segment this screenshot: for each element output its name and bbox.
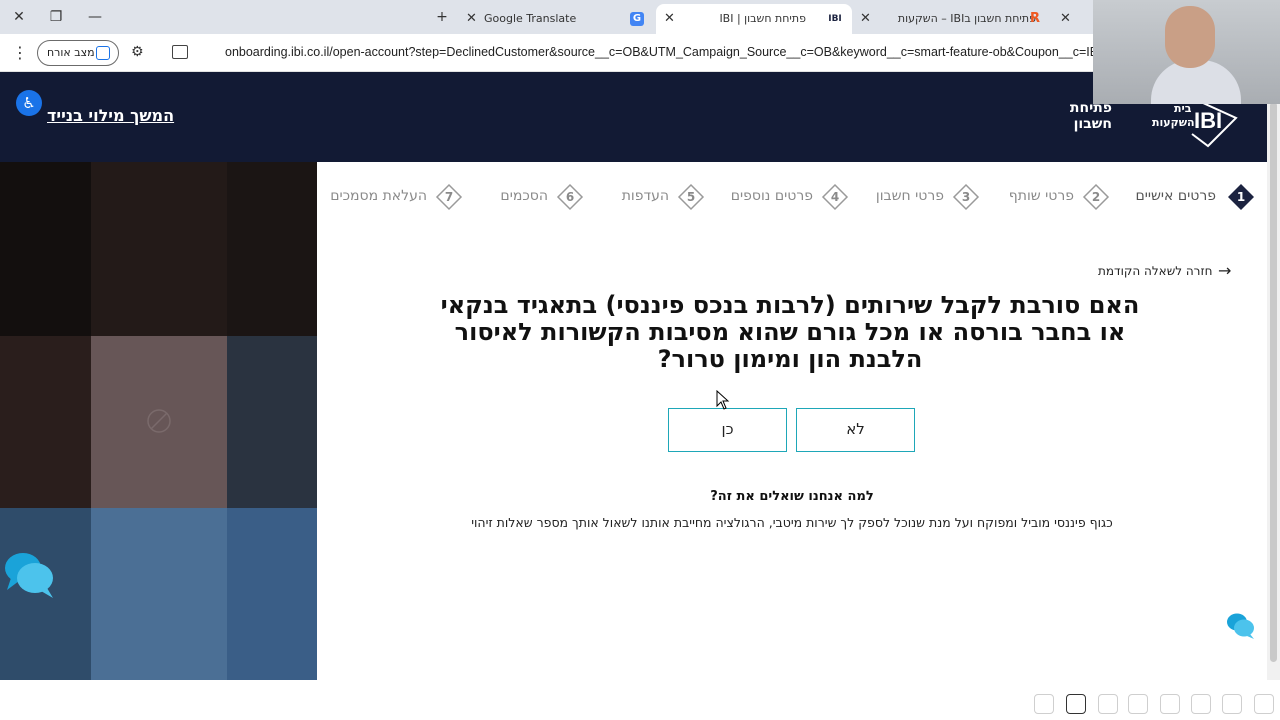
logo-text-bottom: השקעות [1152, 116, 1195, 129]
ibi-icon: IBI [828, 14, 842, 24]
image-tile [91, 162, 227, 336]
tab-google-translate[interactable]: ✕ Google Translate G [458, 4, 654, 34]
image-tile [227, 336, 317, 508]
minimize-window-icon[interactable]: — [84, 6, 106, 28]
site-settings-icon[interactable] [172, 45, 188, 59]
close-tab-icon[interactable]: ✕ [664, 6, 675, 32]
image-tile [0, 162, 91, 336]
step-number: 7 [444, 190, 454, 204]
step-agreements[interactable]: 6 הסכמים [494, 183, 589, 211]
mouse-cursor-icon [716, 390, 730, 410]
screen-tool-icon[interactable] [1098, 694, 1118, 714]
image-tile [227, 162, 317, 336]
guest-avatar-icon [96, 46, 110, 60]
step-partner-details[interactable]: 2 פרטי שותף [1000, 183, 1115, 211]
browser-address-bar: ⋮ מצב אורח ⚙ onboarding.ibi.co.il/open-a… [0, 34, 1280, 72]
step-number: 5 [686, 190, 696, 204]
site-header: ♿ המשך מילוי בנייד פתיחת חשבון IBI בית ה… [0, 72, 1267, 162]
step-upload-documents[interactable]: 7 העלאת מסמכים [325, 183, 465, 211]
image-tile [91, 508, 227, 680]
ibi-logo[interactable]: IBI בית השקעות [1148, 97, 1240, 148]
arrow-right-icon: → [1218, 261, 1232, 280]
step-additional-details[interactable]: 4 פרטים נוספים [725, 183, 850, 211]
step-number: 2 [1091, 190, 1101, 204]
browser-tab-bar: ✕ ❐ — + ✕ Google Translate G ✕ פתיחת חשב… [0, 0, 1280, 34]
new-tab-button[interactable]: + [431, 6, 453, 28]
step-label: פרטי חשבון [875, 188, 944, 204]
step-account-details[interactable]: 3 פרטי חשבון [870, 183, 985, 211]
tab-title: פתיחת חשבון | IBI [719, 12, 806, 25]
image-tile [227, 508, 317, 680]
guest-mode-button[interactable]: מצב אורח [37, 40, 119, 66]
close-tab-icon[interactable]: ✕ [860, 6, 871, 32]
next-tool-icon[interactable] [1254, 694, 1274, 714]
back-link-label: חזרה לשאלה הקודמת [1098, 264, 1213, 278]
step-number: 3 [961, 190, 971, 204]
previous-tool-icon[interactable] [1222, 694, 1242, 714]
continue-on-mobile-link[interactable]: המשך מילוי בנייד [47, 106, 174, 125]
webcam-overlay [1093, 0, 1280, 104]
pen-tool-icon[interactable] [1191, 694, 1211, 714]
accessibility-icon[interactable]: ♿ [16, 90, 42, 116]
chat-bubbles-icon[interactable] [3, 550, 57, 600]
tab-ibi-open-account[interactable]: ✕ פתיחת חשבון | IBI IBI [656, 4, 852, 34]
step-label: פרטים נוספים [730, 188, 813, 204]
step-preferences[interactable]: 5 העדפות [615, 183, 710, 211]
extensions-icon[interactable]: ⚙ [131, 44, 144, 60]
bottom-toolbar [0, 680, 1280, 720]
step-label: העלאת מסמכים [330, 188, 427, 204]
tab-title: Google Translate [484, 12, 577, 25]
restore-window-icon[interactable]: ❐ [45, 6, 67, 28]
more-tool-icon[interactable] [1034, 694, 1054, 714]
answer-yes-button[interactable]: כן [668, 408, 787, 452]
step-label: פרטי שותף [1008, 188, 1074, 204]
layout-tool-icon[interactable] [1160, 694, 1180, 714]
why-we-ask-title: למה אנחנו שואלים את זה? [710, 489, 874, 504]
more-options-icon[interactable]: ⋮ [12, 43, 28, 62]
close-window-icon[interactable]: ✕ [8, 6, 30, 28]
tab-title: פתיחת חשבון בIBI – השקעות [897, 12, 1036, 25]
blocked-icon [147, 409, 171, 433]
question-text: האם סורבת לקבל שירותים (לרבות בנכס פיננס… [440, 291, 1140, 373]
video-camera-icon[interactable] [1066, 694, 1086, 714]
step-label: פרטים אישיים [1135, 188, 1216, 204]
step-label: העדפות [621, 188, 669, 204]
step-number: 4 [830, 190, 840, 204]
scrollbar-thumb[interactable] [1270, 102, 1277, 662]
why-we-ask-text: כגוף פיננסי מוביל ומפוקח ועל מנת שנוכל ל… [471, 515, 1113, 530]
previous-question-link[interactable]: → חזרה לשאלה הקודמת [1098, 261, 1231, 280]
zoom-tool-icon[interactable] [1128, 694, 1148, 714]
side-image-panel [0, 162, 317, 680]
step-number: 6 [565, 190, 575, 204]
google-translate-icon: G [630, 12, 644, 26]
open-account-title: פתיחת חשבון [1069, 100, 1112, 132]
step-number: 1 [1236, 190, 1246, 204]
step-personal-details[interactable]: 1 פרטים אישיים [1130, 184, 1260, 210]
page-scrollbar[interactable] [1267, 72, 1280, 680]
chat-widget-icon[interactable] [1226, 612, 1256, 640]
close-tab-icon[interactable]: ✕ [1060, 6, 1071, 32]
answer-no-button[interactable]: לא [796, 408, 915, 452]
webcam-person-face [1165, 6, 1215, 68]
url-input[interactable]: onboarding.ibi.co.il/open-account?step=D… [225, 45, 1169, 59]
r-icon: R [1029, 11, 1040, 26]
image-tile [0, 336, 91, 508]
tab-ibi-investments[interactable]: ✕ פתיחת חשבון בIBI – השקעות ✕ R [856, 4, 1080, 34]
svg-text:IBI: IBI [1194, 108, 1222, 133]
guest-label: מצב אורח [47, 46, 95, 59]
step-label: הסכמים [500, 188, 548, 204]
close-tab-icon[interactable]: ✕ [466, 6, 477, 32]
